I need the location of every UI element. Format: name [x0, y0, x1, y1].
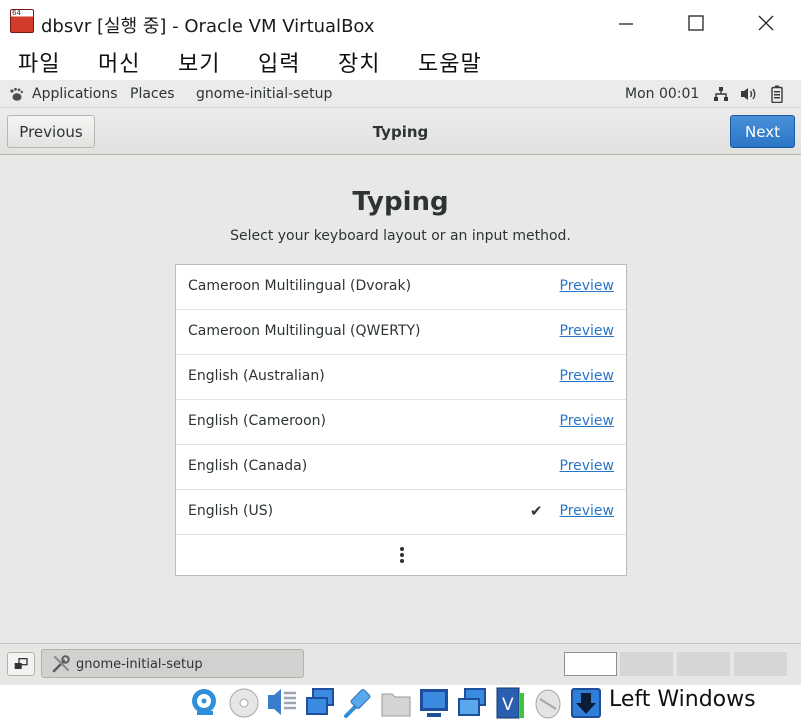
setup-header-bar: Previous Typing Next	[0, 108, 801, 155]
next-button[interactable]: Next	[730, 115, 795, 148]
network-wired-icon[interactable]	[713, 86, 729, 102]
header-title: Typing	[372, 123, 429, 141]
usb-icon[interactable]	[341, 685, 375, 721]
gnome-window-list: gnome-initial-setup	[0, 643, 801, 685]
applications-menu[interactable]: Applications	[32, 86, 118, 102]
gnome-foot-icon	[10, 87, 23, 101]
close-button[interactable]	[751, 8, 781, 38]
audio-icon[interactable]	[265, 685, 299, 721]
preview-link[interactable]: Preview	[560, 368, 615, 384]
tools-icon	[52, 655, 70, 673]
mouse-integration-icon[interactable]	[531, 685, 565, 721]
layout-name: English (US)	[188, 503, 274, 519]
volume-icon[interactable]	[740, 86, 758, 102]
preview-link[interactable]: Preview	[560, 413, 615, 429]
layout-row[interactable]: English (Australian) Preview	[176, 355, 626, 400]
maximize-icon	[688, 15, 704, 31]
layout-name: Cameroon Multilingual (Dvorak)	[188, 278, 412, 294]
more-layouts-button[interactable]	[176, 535, 626, 575]
show-desktop-button[interactable]	[7, 652, 35, 676]
display-icon[interactable]	[417, 685, 451, 721]
network-icon[interactable]	[303, 685, 337, 721]
menu-view[interactable]: 보기	[178, 46, 220, 78]
battery-icon[interactable]	[771, 85, 783, 103]
places-menu[interactable]: Places	[130, 86, 175, 102]
clock[interactable]: Mon 00:01	[625, 86, 699, 102]
hard-disk-icon[interactable]	[188, 685, 222, 721]
layout-row-selected[interactable]: English (US) ✔ Preview	[176, 490, 626, 535]
preview-link[interactable]: Preview	[560, 278, 615, 294]
virtualbox-logo-icon	[10, 9, 34, 33]
minimize-button[interactable]	[611, 8, 641, 38]
svg-text:V: V	[502, 695, 514, 715]
layout-name: English (Canada)	[188, 458, 308, 474]
layout-name: Cameroon Multilingual (QWERTY)	[188, 323, 421, 339]
menu-help[interactable]: 도움말	[418, 46, 482, 78]
workspace-3[interactable]	[677, 652, 730, 676]
layout-row[interactable]: Cameroon Multilingual (Dvorak) Preview	[176, 265, 626, 310]
vbox-menubar: 파일 머신 보기 입력 장치 도움말	[0, 46, 801, 80]
layout-name: English (Cameroon)	[188, 413, 326, 429]
host-key-label: Left Windows	[609, 687, 756, 712]
preview-link[interactable]: Preview	[560, 503, 615, 519]
workspace-4[interactable]	[734, 652, 787, 676]
layout-name: English (Australian)	[188, 368, 325, 384]
close-icon	[758, 15, 774, 31]
setup-content: Typing Select your keyboard layout or an…	[0, 155, 801, 643]
gnome-top-bar: Applications Places gnome-initial-setup …	[0, 80, 801, 108]
keyboard-layout-list: Cameroon Multilingual (Dvorak) Preview C…	[175, 264, 627, 576]
more-vertical-icon	[400, 547, 404, 565]
minimize-icon	[619, 23, 633, 25]
menu-input[interactable]: 입력	[258, 46, 300, 78]
app-menu[interactable]: gnome-initial-setup	[196, 86, 332, 102]
preview-link[interactable]: Preview	[560, 323, 615, 339]
checkmark-icon: ✔	[530, 502, 543, 520]
taskbar-item-label: gnome-initial-setup	[76, 657, 203, 672]
vbox-status-bar: V Left Windows	[0, 685, 801, 724]
page-title: Typing	[352, 187, 449, 217]
workspace-2[interactable]	[620, 652, 673, 676]
optical-drive-icon[interactable]	[227, 685, 261, 721]
layout-row[interactable]: English (Canada) Preview	[176, 445, 626, 490]
window-title: dbsvr [실행 중] - Oracle VM VirtualBox	[41, 16, 375, 37]
layout-row[interactable]: Cameroon Multilingual (QWERTY) Preview	[176, 310, 626, 355]
menu-devices[interactable]: 장치	[338, 46, 380, 78]
show-desktop-icon	[14, 658, 28, 669]
workspace-1[interactable]	[564, 652, 617, 676]
video-capture-icon[interactable]: V	[493, 685, 527, 721]
menu-file[interactable]: 파일	[18, 46, 60, 78]
host-key-arrow-icon[interactable]	[569, 685, 603, 721]
page-subtitle: Select your keyboard layout or an input …	[230, 228, 571, 244]
screen-capture-icon[interactable]	[455, 685, 489, 721]
preview-link[interactable]: Preview	[560, 458, 615, 474]
vbox-titlebar: dbsvr [실행 중] - Oracle VM VirtualBox	[0, 0, 801, 46]
maximize-button[interactable]	[681, 8, 711, 38]
shared-folder-icon[interactable]	[379, 685, 413, 721]
layout-row[interactable]: English (Cameroon) Preview	[176, 400, 626, 445]
menu-machine[interactable]: 머신	[98, 46, 140, 78]
taskbar-item-gnome-initial-setup[interactable]: gnome-initial-setup	[41, 649, 304, 678]
